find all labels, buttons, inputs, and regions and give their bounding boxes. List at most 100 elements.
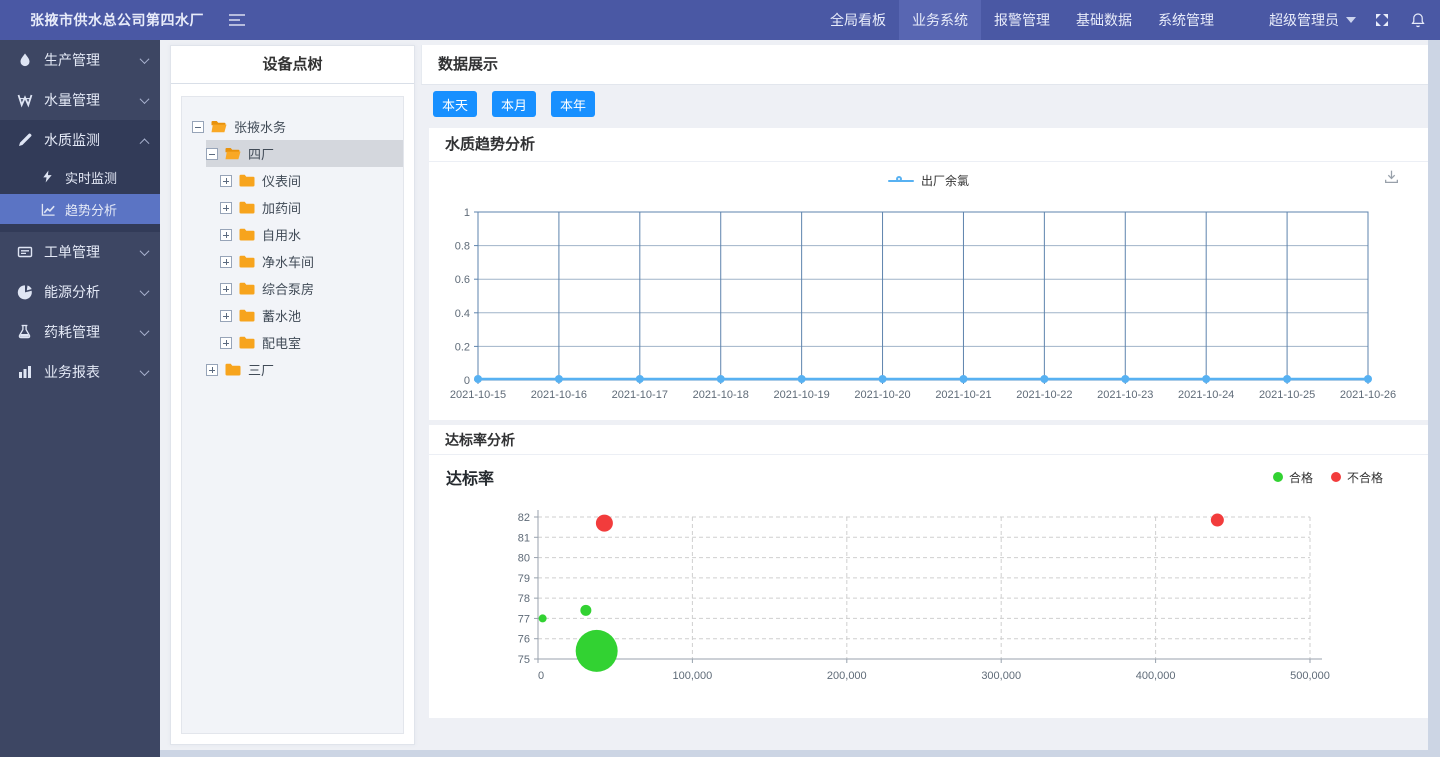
tree-expand-icon[interactable]	[206, 364, 218, 376]
tree-node[interactable]: 配电室	[182, 329, 403, 356]
tree-expand-icon[interactable]	[220, 283, 232, 295]
tree-node-label: 四厂	[248, 144, 274, 163]
legend-label: 合格	[1289, 469, 1313, 486]
svg-text:1: 1	[464, 207, 470, 219]
main-panel-title: 数据展示	[421, 45, 1428, 85]
svg-text:0.6: 0.6	[455, 274, 470, 286]
tree-node-label: 张掖水务	[234, 117, 286, 136]
sidebar: 生产管理水量管理水质监测实时监测趋势分析工单管理能源分析药耗管理业务报表	[0, 40, 160, 757]
svg-text:0.8: 0.8	[455, 241, 470, 253]
sidebar-item[interactable]: 能源分析	[0, 272, 160, 312]
sidebar-item-label: 业务报表	[44, 362, 141, 382]
tree-expand-icon[interactable]	[220, 202, 232, 214]
nav-item-2[interactable]: 业务系统	[899, 0, 981, 40]
scatter-point	[580, 605, 591, 616]
sidebar-subitem-label: 实时监测	[65, 168, 117, 187]
nav-item-1[interactable]: 全局看板	[817, 0, 899, 40]
svg-text:2021-10-15: 2021-10-15	[450, 389, 506, 401]
tree-expand-icon[interactable]	[220, 337, 232, 349]
tree-node[interactable]: 四厂	[182, 140, 403, 167]
scatter-point	[596, 515, 613, 532]
bell-icon[interactable]	[1410, 12, 1426, 28]
svg-text:2021-10-21: 2021-10-21	[935, 389, 991, 401]
tree-node-body: 蓄水池	[220, 302, 403, 329]
tree-node-body: 四厂	[206, 140, 403, 167]
tree-node-body: 自用水	[220, 221, 403, 248]
sidebar-item[interactable]: 业务报表	[0, 352, 160, 392]
sidebar-item[interactable]: 药耗管理	[0, 312, 160, 352]
svg-text:2021-10-16: 2021-10-16	[531, 389, 587, 401]
chevron-down-icon	[140, 286, 150, 296]
nav-item-5[interactable]: 系统管理	[1145, 0, 1227, 40]
svg-text:82: 82	[518, 512, 530, 524]
tree-expand-icon[interactable]	[220, 310, 232, 322]
tree-node[interactable]: 加药间	[182, 194, 403, 221]
sidebar-subitem[interactable]: 实时监测	[0, 162, 160, 192]
tree-collapse-icon[interactable]	[192, 121, 204, 133]
legend-label: 不合格	[1347, 469, 1383, 486]
tree-expand-icon[interactable]	[220, 175, 232, 187]
legend-item[interactable]: 合格	[1273, 469, 1313, 486]
horizontal-scrollbar[interactable]	[160, 750, 1440, 757]
svg-text:2021-10-25: 2021-10-25	[1259, 389, 1315, 401]
tree-node[interactable]: 净水车间	[182, 248, 403, 275]
trend-chart-legend[interactable]: 出厂余氯	[429, 172, 1428, 189]
sidebar-item-label: 药耗管理	[44, 322, 141, 342]
svg-text:2021-10-17: 2021-10-17	[612, 389, 668, 401]
folder-closed-icon	[239, 282, 255, 295]
tree-node[interactable]: 仪表间	[182, 167, 403, 194]
fullscreen-icon[interactable]	[1374, 12, 1390, 28]
app-title: 张掖市供水总公司第四水厂	[30, 10, 204, 30]
svg-text:300,000: 300,000	[981, 670, 1021, 682]
sidebar-subitem[interactable]: 趋势分析	[0, 194, 160, 224]
sidebar-subitem-label: 趋势分析	[65, 200, 117, 219]
svg-text:78: 78	[518, 593, 530, 605]
tree-collapse-icon[interactable]	[206, 148, 218, 160]
legend-dot-icon	[1273, 472, 1283, 482]
folder-closed-icon	[239, 174, 255, 187]
sidebar-item-label: 水质监测	[44, 130, 141, 150]
compliance-chart-title: 达标率	[446, 465, 494, 489]
tree-node-label: 仪表间	[262, 171, 301, 190]
trend-analysis-icon	[41, 202, 56, 216]
tree-node-label: 加药间	[262, 198, 301, 217]
legend-item[interactable]: 不合格	[1331, 469, 1383, 486]
svg-text:2021-10-23: 2021-10-23	[1097, 389, 1153, 401]
sidebar-item[interactable]: 工单管理	[0, 232, 160, 272]
water-quality-icon	[17, 132, 34, 148]
tree-expand-icon[interactable]	[220, 256, 232, 268]
sidebar-item-label: 能源分析	[44, 282, 141, 302]
nav-item-4[interactable]: 基础数据	[1063, 0, 1145, 40]
user-menu[interactable]: 超级管理员	[1269, 10, 1356, 30]
filter-button-2[interactable]: 本月	[492, 91, 536, 117]
tree-node[interactable]: 张掖水务	[182, 113, 403, 140]
folder-closed-icon	[239, 201, 255, 214]
svg-text:2021-10-24: 2021-10-24	[1178, 389, 1234, 401]
nav-item-3[interactable]: 报警管理	[981, 0, 1063, 40]
collapse-menu-icon[interactable]	[228, 13, 246, 27]
sidebar-item[interactable]: 水量管理	[0, 80, 160, 120]
tree-node[interactable]: 自用水	[182, 221, 403, 248]
filter-button-1[interactable]: 本天	[433, 91, 477, 117]
tree-node[interactable]: 蓄水池	[182, 302, 403, 329]
tree-node[interactable]: 三厂	[182, 356, 403, 383]
tree-node-body: 仪表间	[220, 167, 403, 194]
tree-panel-title: 设备点树	[171, 46, 414, 84]
filter-button-3[interactable]: 本年	[551, 91, 595, 117]
tree-node-body: 张掖水务	[192, 113, 403, 140]
compliance-scatter-chart: 75767778798081820100,000200,000300,00040…	[429, 503, 1428, 708]
folder-closed-icon	[239, 255, 255, 268]
chevron-up-icon	[140, 138, 150, 148]
report-chart-icon	[17, 364, 34, 380]
vertical-scrollbar[interactable]	[1428, 40, 1440, 757]
tree-node-label: 净水车间	[262, 252, 314, 271]
sidebar-item[interactable]: 生产管理	[0, 40, 160, 80]
tree-node[interactable]: 综合泵房	[182, 275, 403, 302]
svg-text:77: 77	[518, 613, 530, 625]
tree-expand-icon[interactable]	[220, 229, 232, 241]
svg-text:0.2: 0.2	[455, 341, 470, 353]
top-navbar: 张掖市供水总公司第四水厂 全局看板业务系统报警管理基础数据系统管理 超级管理员	[0, 0, 1440, 40]
compliance-legend: 合格 不合格	[1273, 469, 1383, 486]
download-icon[interactable]	[1383, 168, 1400, 185]
sidebar-item[interactable]: 水质监测	[0, 120, 160, 160]
